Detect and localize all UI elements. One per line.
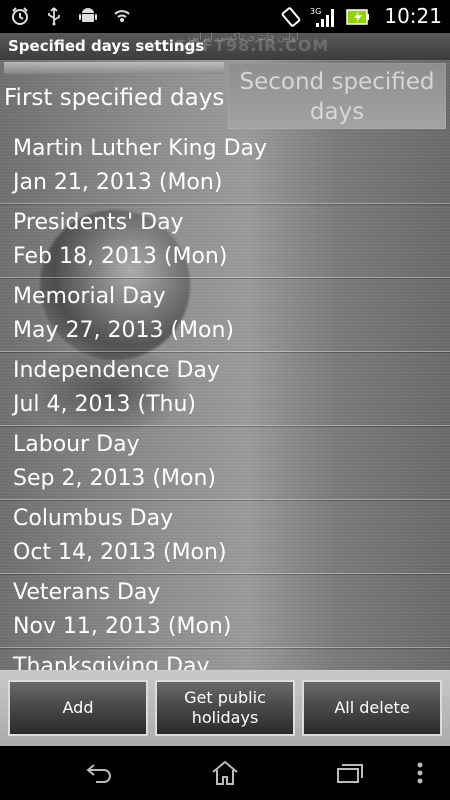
add-button[interactable]: Add: [8, 680, 148, 736]
holiday-date: May 27, 2013 (Mon): [13, 318, 234, 343]
back-icon[interactable]: [80, 756, 120, 790]
holiday-date: Feb 18, 2013 (Mon): [13, 244, 228, 269]
holiday-name: Thanksgiving Day: [13, 654, 210, 670]
list-item[interactable]: Labour Day Sep 2, 2013 (Mon): [0, 426, 450, 500]
overflow-menu-icon[interactable]: [405, 756, 435, 790]
holiday-name: Memorial Day: [13, 284, 166, 309]
list-item[interactable]: Martin Luther King Day Jan 21, 2013 (Mon…: [0, 130, 450, 204]
tab-second-specified-days[interactable]: Second specified days: [228, 63, 446, 129]
clock: 10:21: [384, 4, 442, 28]
all-delete-button-label: All delete: [334, 698, 410, 717]
recent-apps-icon[interactable]: [330, 756, 370, 790]
holiday-list: Martin Luther King Day Jan 21, 2013 (Mon…: [0, 130, 450, 670]
watermark-persian: اولین فانتزی تاکسی ایرانی: [188, 32, 299, 43]
list-item[interactable]: Thanksgiving Day: [0, 648, 450, 670]
alarm-icon: [10, 6, 30, 26]
list-item[interactable]: Memorial Day May 27, 2013 (Mon): [0, 278, 450, 352]
holiday-date: Sep 2, 2013 (Mon): [13, 466, 216, 491]
status-bar: 3G 10:21: [0, 0, 450, 33]
tab-label: First specified days: [4, 85, 225, 111]
android-icon: [78, 6, 98, 26]
list-item[interactable]: Independence Day Jul 4, 2013 (Thu): [0, 352, 450, 426]
list-item[interactable]: Presidents' Day Feb 18, 2013 (Mon): [0, 204, 450, 278]
all-delete-button[interactable]: All delete: [302, 680, 442, 736]
list-item[interactable]: Veterans Day Nov 11, 2013 (Mon): [0, 574, 450, 648]
holiday-name: Martin Luther King Day: [13, 136, 268, 161]
holiday-name: Veterans Day: [13, 580, 161, 605]
get-public-holidays-label-line1: Get public: [184, 688, 266, 707]
content-area: First specified days Second specified da…: [0, 60, 450, 670]
home-icon[interactable]: [205, 756, 245, 790]
get-public-holidays-button[interactable]: Get public holidays: [155, 680, 295, 736]
button-bar: Add Get public holidays All delete: [0, 670, 450, 746]
wifi-tether-icon: [112, 6, 132, 26]
rotate-icon: [280, 6, 301, 27]
holiday-date: Jan 21, 2013 (Mon): [13, 170, 223, 195]
get-public-holidays-label-line2: holidays: [191, 708, 259, 727]
holiday-name: Columbus Day: [13, 506, 174, 531]
tab-bar: First specified days Second specified da…: [0, 60, 450, 130]
add-button-label: Add: [62, 698, 94, 717]
tab-label: Second specified days: [239, 69, 435, 125]
page-title: Specified days settings: [8, 37, 205, 55]
battery-charging-icon: [346, 6, 370, 26]
holiday-name: Independence Day: [13, 358, 220, 383]
svg-text:3G: 3G: [310, 7, 321, 16]
tab-selected-indicator: [4, 62, 224, 74]
app-title-bar: SOFT98.IR.COM اولین فانتزی تاکسی ایرانی …: [0, 32, 450, 60]
navigation-bar: [0, 746, 450, 800]
usb-icon: [44, 6, 64, 26]
holiday-name: Labour Day: [13, 432, 140, 457]
holiday-date: Jul 4, 2013 (Thu): [13, 392, 196, 417]
list-item[interactable]: Columbus Day Oct 14, 2013 (Mon): [0, 500, 450, 574]
holiday-date: Nov 11, 2013 (Mon): [13, 614, 232, 639]
holiday-date: Oct 14, 2013 (Mon): [13, 540, 227, 565]
holiday-name: Presidents' Day: [13, 210, 184, 235]
tab-first-specified-days[interactable]: First specified days: [0, 60, 228, 130]
signal-3g-icon: 3G: [310, 6, 336, 27]
